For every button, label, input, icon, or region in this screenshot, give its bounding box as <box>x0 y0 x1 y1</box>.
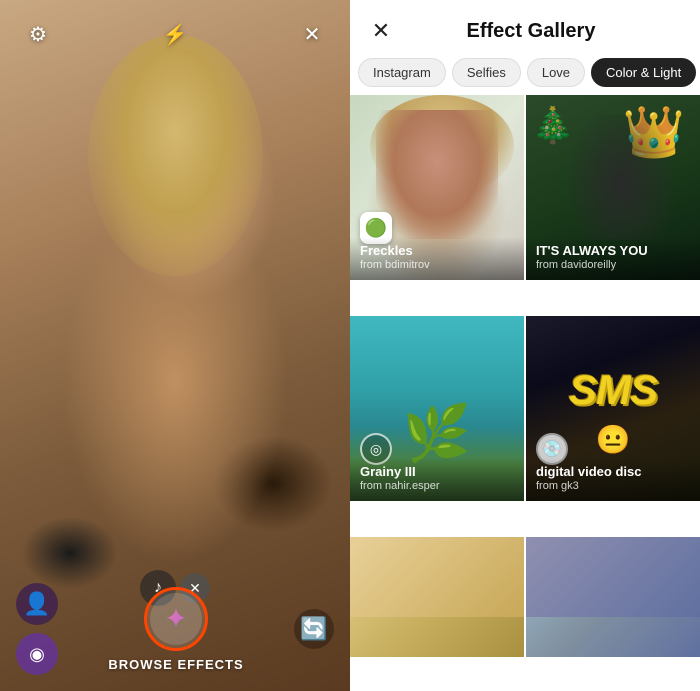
gallery-close-button[interactable]: ✕ <box>366 16 396 46</box>
partial-card-content-2 <box>526 537 700 617</box>
freckles-name: Freckles <box>360 243 514 259</box>
grainy-author: from nahir.esper <box>360 480 514 493</box>
bottom-left-icons: 👤 ◉ <box>16 583 58 675</box>
tab-love[interactable]: Love <box>527 58 585 87</box>
camera-view: ⚙ ⚡ ✕ ♪ ✕ 👤 ◉ ✦ BROWSE EFFECTS <box>0 0 350 691</box>
flash-button[interactable]: ⚡ <box>157 16 193 52</box>
always-you-name: IT'S ALWAYS YOU <box>536 243 690 259</box>
camera-bottom-controls: 👤 ◉ ✦ BROWSE EFFECTS 🔄 <box>0 571 350 691</box>
close-camera-button[interactable]: ✕ <box>294 16 330 52</box>
camera-flip-button[interactable]: 🔄 <box>294 609 334 649</box>
effect-picker-area: ✦ BROWSE EFFECTS <box>108 587 243 672</box>
effect-card-grainy[interactable]: 🌿 ◎ Grainy III from nahir.esper <box>350 316 524 501</box>
settings-button[interactable]: ⚙ <box>20 16 56 52</box>
tab-color-light[interactable]: Color & Light <box>591 58 696 87</box>
sms-text-decoration: SMS <box>526 366 700 414</box>
effect-card-freckles[interactable]: 🟢 Freckles from bdimitrov <box>350 95 524 280</box>
tree-decoration: 🎄 <box>531 105 575 146</box>
always-you-author: from davidoreilly <box>536 259 690 272</box>
freckles-info: Freckles from bdimitrov <box>350 237 524 280</box>
freckles-author: from bdimitrov <box>360 259 514 272</box>
digital-author: from gk3 <box>536 480 690 493</box>
effect-card-partial-1[interactable] <box>350 537 524 657</box>
grainy-info: Grainy III from nahir.esper <box>350 458 524 501</box>
effect-picker-inner: ✦ <box>150 593 202 645</box>
effect-gallery-panel: ✕ Effect Gallery Instagram Selfies Love … <box>350 0 700 691</box>
tab-instagram[interactable]: Instagram <box>358 58 446 87</box>
tab-bar: Instagram Selfies Love Color & Light Cam… <box>350 54 700 95</box>
digital-name: digital video disc <box>536 464 690 480</box>
effect-picker-button[interactable]: ✦ <box>144 587 208 651</box>
digital-info: digital video disc from gk3 <box>526 458 700 501</box>
effect-card-always-you[interactable]: 👑 🎄 IT'S ALWAYS YOU from davidoreilly <box>526 95 700 280</box>
gallery-title: Effect Gallery <box>408 20 654 43</box>
freckles-face <box>376 110 498 240</box>
partial-card-content-1 <box>350 537 524 617</box>
hair-overlay <box>88 35 263 277</box>
effect-card-partial-2[interactable] <box>526 537 700 657</box>
grainy-name: Grainy III <box>360 464 514 480</box>
effect-card-digital[interactable]: SMS 😐 💿 digital video disc from gk3 <box>526 316 700 501</box>
browse-effects-label: BROWSE EFFECTS <box>108 657 243 672</box>
person-face-decoration: 😐 <box>596 423 631 456</box>
effects-grid: 🟢 Freckles from bdimitrov 👑 🎄 IT'S ALWAY… <box>350 95 700 691</box>
avatar-icon[interactable]: 👤 <box>16 583 58 625</box>
gallery-header: ✕ Effect Gallery <box>350 0 700 54</box>
always-you-info: IT'S ALWAYS YOU from davidoreilly <box>526 237 700 280</box>
tab-selfies[interactable]: Selfies <box>452 58 521 87</box>
effect-icon-1[interactable]: ◉ <box>16 633 58 675</box>
camera-top-controls: ⚙ ⚡ ✕ <box>0 0 350 68</box>
